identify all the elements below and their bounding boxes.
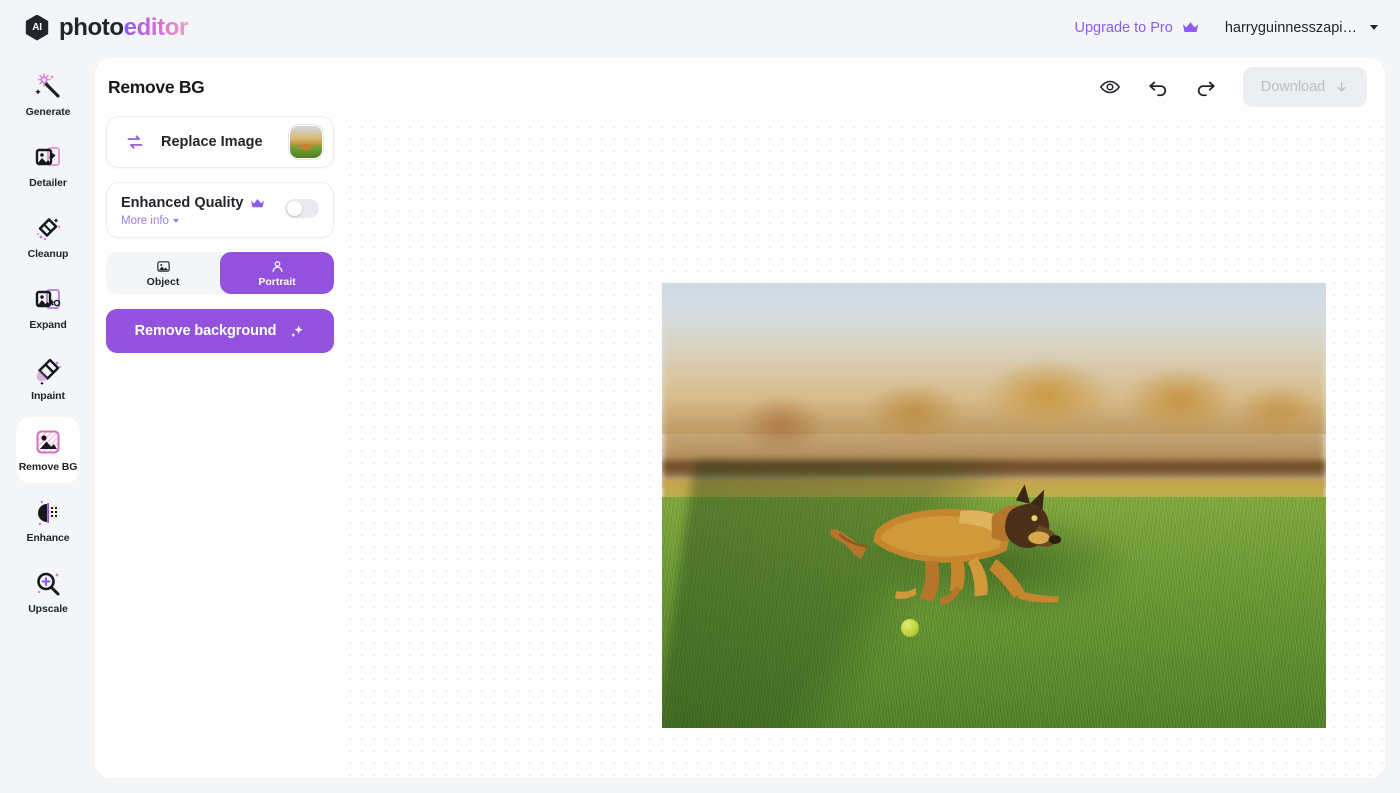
more-info-label: More info: [121, 215, 169, 227]
magnifier-plus-icon: [37, 572, 60, 596]
chevron-down-icon: [1370, 25, 1378, 30]
sparkle-icon: [291, 324, 304, 337]
undo-button[interactable]: [1147, 76, 1169, 98]
top-bar: AI photoeditor Upgrade to Pro harryguinn…: [0, 0, 1400, 55]
magic-wand-icon: [35, 73, 60, 98]
main-panel: Remove BG Download Replace Image Enhance…: [95, 58, 1385, 778]
account-name: harryguinnesszapi…: [1224, 19, 1357, 36]
chevron-down-icon: [172, 219, 179, 223]
remove-background-label: Remove background: [134, 323, 277, 339]
undo-icon: [1149, 81, 1167, 97]
toggle-knob: [287, 201, 302, 216]
logo-badge-text: AI: [32, 22, 42, 33]
tool-rail: Generate Detailer Cleanup Expand Inpaint…: [0, 55, 96, 793]
dog-photo-thumbnail[interactable]: [289, 125, 323, 159]
sidebar-item-generate[interactable]: Generate: [16, 62, 80, 128]
remove-background-button[interactable]: Remove background: [106, 309, 334, 353]
sidebar-item-label: Cleanup: [27, 248, 69, 260]
panel-header-actions: Download: [1099, 67, 1367, 107]
sidebar-item-remove-bg[interactable]: Remove BG: [16, 417, 80, 483]
redo-button[interactable]: [1195, 76, 1217, 98]
replace-image-button[interactable]: Replace Image: [107, 117, 333, 167]
sidebar-item-cleanup[interactable]: Cleanup: [16, 204, 80, 270]
sidebar-item-enhance[interactable]: Enhance: [16, 488, 80, 554]
mode-tab-label: Portrait: [258, 275, 296, 288]
download-button[interactable]: Download: [1243, 67, 1367, 107]
editor-canvas[interactable]: − 118% +: [339, 116, 1385, 778]
mode-segmented-control: Object Portrait: [106, 252, 334, 294]
app-logo[interactable]: AI photoeditor: [24, 14, 188, 42]
logo-word-editor: editor: [123, 13, 189, 41]
account-menu[interactable]: harryguinnesszapi…: [1225, 20, 1378, 36]
page-title: Remove BG: [108, 76, 205, 97]
photo-treeline: [662, 309, 1326, 475]
upgrade-to-pro-button[interactable]: Upgrade to Pro: [1074, 20, 1198, 36]
canvas-image[interactable]: [662, 283, 1326, 728]
sidebar-item-inpaint[interactable]: Inpaint: [16, 346, 80, 412]
enhanced-quality-toggle[interactable]: [285, 199, 319, 218]
detailer-icon: [35, 147, 60, 166]
expand-icon: [35, 289, 61, 309]
person-icon: [272, 260, 282, 272]
sidebar-item-expand[interactable]: Expand: [16, 275, 80, 341]
photo-tennis-ball: [901, 618, 920, 637]
sidebar-item-label: Inpaint: [31, 390, 65, 402]
sidebar-item-label: Enhance: [26, 532, 70, 544]
replace-image-card: Replace Image: [106, 116, 334, 168]
mode-tab-portrait[interactable]: Portrait: [220, 252, 334, 294]
sidebar-item-label: Generate: [25, 106, 71, 118]
download-arrow-icon: [1337, 81, 1346, 92]
top-bar-right: Upgrade to Pro harryguinnesszapi…: [1074, 20, 1378, 36]
upgrade-to-pro-label: Upgrade to Pro: [1074, 19, 1173, 36]
eraser-icon: [37, 218, 61, 241]
preview-button[interactable]: [1099, 76, 1121, 98]
panel-header: Remove BG Download: [95, 58, 1385, 116]
redo-icon: [1197, 81, 1215, 97]
replace-image-label: Replace Image: [161, 134, 263, 150]
logo-badge-icon: AI: [25, 14, 49, 41]
enhance-icon: [38, 500, 57, 526]
enhanced-quality-card: Enhanced Quality More info: [106, 182, 334, 238]
enhanced-quality-label: Enhanced Quality: [121, 195, 244, 211]
paintbrush-icon: [36, 358, 61, 386]
crown-icon: [251, 198, 265, 207]
sidebar-item-label: Expand: [29, 319, 67, 331]
download-label: Download: [1260, 79, 1326, 95]
crown-icon: [1182, 22, 1198, 32]
image-icon: [156, 260, 170, 272]
logo-word-photo: photo: [59, 13, 124, 41]
sidebar-item-upscale[interactable]: Upscale: [16, 559, 80, 625]
mode-tab-label: Object: [146, 275, 180, 288]
eye-icon: [1099, 80, 1121, 94]
sidebar-item-label: Remove BG: [18, 461, 78, 473]
sidebar-item-detailer[interactable]: Detailer: [16, 133, 80, 199]
remove-bg-icon: [36, 430, 60, 454]
photo-dog: [830, 484, 1062, 606]
swap-arrows-icon: [127, 135, 143, 149]
tool-options-sidebar: Replace Image Enhanced Quality More info…: [106, 116, 334, 353]
logo-wordmark: photoeditor: [59, 14, 188, 42]
sidebar-item-label: Detailer: [29, 177, 67, 189]
sidebar-item-label: Upscale: [28, 603, 68, 615]
mode-tab-object[interactable]: Object: [106, 252, 220, 294]
